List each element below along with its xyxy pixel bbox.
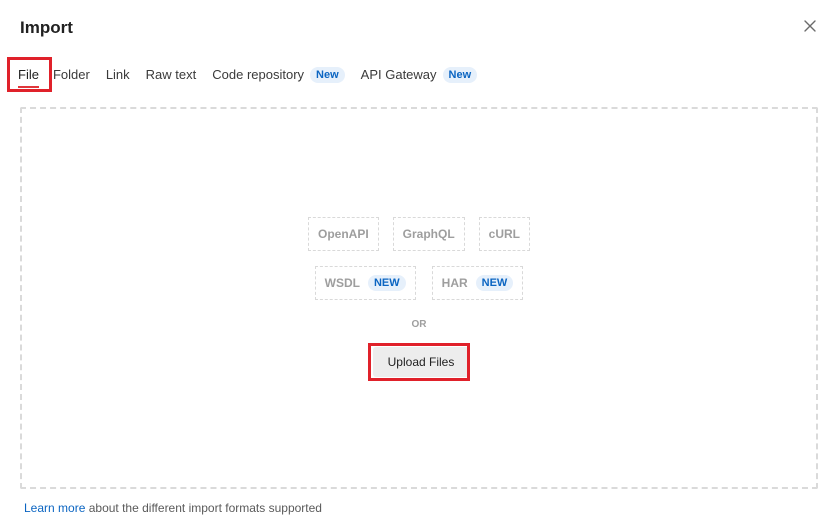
- tab-label: API Gateway: [360, 67, 437, 82]
- format-row: OpenAPI GraphQL cURL: [22, 217, 816, 251]
- tab-file[interactable]: File: [12, 61, 45, 89]
- new-badge: New: [442, 67, 478, 83]
- new-badge: NEW: [475, 275, 514, 291]
- footer-help-text: Learn more about the different import fo…: [24, 501, 322, 515]
- file-dropzone[interactable]: OpenAPI GraphQL cURL WSDL NEW HAR NEW OR…: [20, 107, 818, 489]
- close-icon: [804, 20, 816, 32]
- tab-link[interactable]: Link: [98, 61, 138, 89]
- or-separator: OR: [411, 319, 427, 330]
- tab-label: Raw text: [145, 67, 197, 82]
- close-button[interactable]: [800, 16, 820, 36]
- tab-label: Link: [105, 67, 130, 82]
- tab-label: File: [18, 67, 39, 82]
- new-badge: NEW: [367, 275, 406, 291]
- tab-label: Code repository: [212, 67, 305, 82]
- tab-raw-text[interactable]: Raw text: [138, 61, 205, 89]
- import-dialog: Import File Folder Link Raw text Code re…: [0, 0, 839, 524]
- format-row: WSDL NEW HAR NEW: [22, 266, 816, 300]
- upload-files-button[interactable]: Upload Files: [373, 347, 469, 377]
- format-wsdl: WSDL NEW: [314, 266, 416, 300]
- format-curl: cURL: [478, 217, 531, 251]
- tab-label: Folder: [52, 67, 90, 82]
- format-label: WSDL: [324, 276, 360, 290]
- footer-text: about the different import formats suppo…: [88, 501, 322, 515]
- format-openapi: OpenAPI: [307, 217, 379, 251]
- format-har: HAR NEW: [431, 266, 524, 300]
- new-badge: New: [310, 67, 345, 83]
- learn-more-link[interactable]: Learn more: [24, 501, 85, 515]
- dialog-title: Import: [20, 18, 73, 37]
- tab-api-gateway[interactable]: API Gateway New: [353, 61, 486, 89]
- tab-code-repository[interactable]: Code repository New: [204, 61, 352, 89]
- format-graphql: GraphQL: [392, 217, 465, 251]
- tab-folder[interactable]: Folder: [45, 61, 98, 89]
- format-label: HAR: [441, 276, 468, 290]
- import-tabs: File Folder Link Raw text Code repositor…: [12, 60, 485, 90]
